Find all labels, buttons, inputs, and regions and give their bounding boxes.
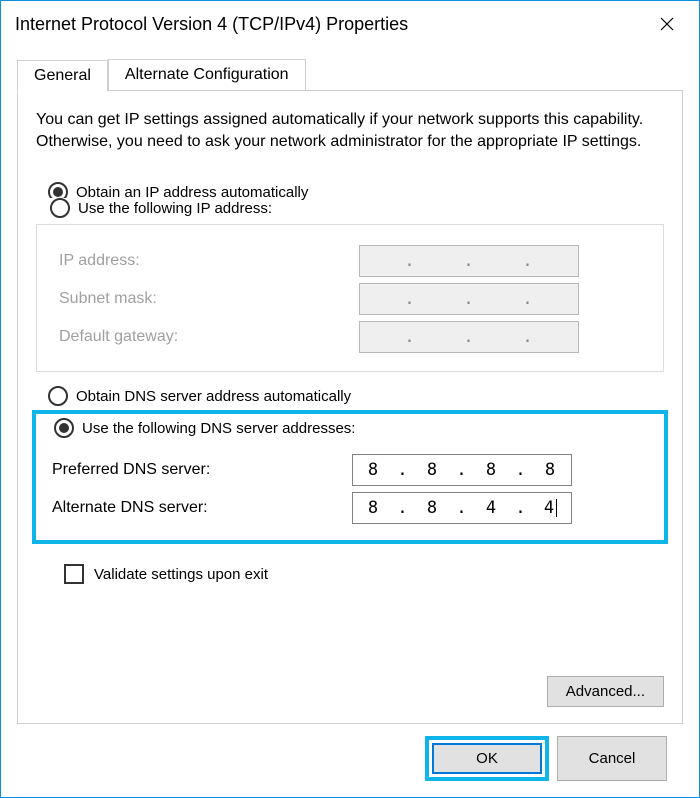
radio-dns-auto-label: Obtain DNS server address automatically xyxy=(76,388,351,405)
highlight-dns-section: Use the following DNS server addresses: … xyxy=(32,410,668,544)
row-gateway: Default gateway: ... xyxy=(51,321,649,353)
row-ip-address: IP address: ... xyxy=(51,245,649,277)
tab-alternate-configuration[interactable]: Alternate Configuration xyxy=(108,59,306,91)
ok-button[interactable]: OK xyxy=(432,743,542,774)
validate-checkbox[interactable] xyxy=(64,564,84,584)
preferred-dns-label: Preferred DNS server: xyxy=(52,461,352,479)
titlebar: Internet Protocol Version 4 (TCP/IPv4) P… xyxy=(1,1,699,47)
radio-ip-manual-label: Use the following IP address: xyxy=(78,200,272,217)
radio-row-ip-manual[interactable]: Use the following IP address: xyxy=(50,198,276,218)
close-icon xyxy=(660,17,674,31)
window-title: Internet Protocol Version 4 (TCP/IPv4) P… xyxy=(15,14,408,35)
radio-dns-auto[interactable] xyxy=(48,386,68,406)
gateway-input: ... xyxy=(359,321,579,353)
group-ip-manual: IP address: ... Subnet mask: ... Default… xyxy=(36,224,664,372)
ip-address-label: IP address: xyxy=(59,252,359,270)
footer-buttons: OK Cancel xyxy=(17,724,683,787)
row-preferred-dns: Preferred DNS server: 8. 8. 8. 8 xyxy=(44,454,656,486)
checkbox-row-validate[interactable]: Validate settings upon exit xyxy=(64,564,664,584)
preferred-dns-input[interactable]: 8. 8. 8. 8 xyxy=(352,454,572,486)
gateway-label: Default gateway: xyxy=(59,328,359,346)
advanced-button[interactable]: Advanced... xyxy=(547,676,664,707)
highlight-ok: OK xyxy=(425,736,549,781)
radio-row-dns-manual[interactable]: Use the following DNS server addresses: xyxy=(54,418,359,438)
dialog-window: Internet Protocol Version 4 (TCP/IPv4) P… xyxy=(0,0,700,798)
content-area: General Alternate Configuration You can … xyxy=(1,47,699,797)
ip-address-input: ... xyxy=(359,245,579,277)
radio-dns-manual[interactable] xyxy=(54,418,74,438)
row-subnet: Subnet mask: ... xyxy=(51,283,649,315)
validate-label: Validate settings upon exit xyxy=(94,566,268,583)
alternate-dns-input[interactable]: 8. 8. 4. 4 xyxy=(352,492,572,524)
cancel-button[interactable]: Cancel xyxy=(557,736,667,781)
subnet-input: ... xyxy=(359,283,579,315)
radio-row-dns-auto[interactable]: Obtain DNS server address automatically xyxy=(48,386,664,406)
description-text: You can get IP settings assigned automat… xyxy=(36,109,664,152)
tab-bar: General Alternate Configuration xyxy=(17,59,683,91)
close-button[interactable] xyxy=(639,4,695,44)
tab-panel-general: You can get IP settings assigned automat… xyxy=(17,90,683,724)
subnet-label: Subnet mask: xyxy=(59,290,359,308)
radio-ip-manual[interactable] xyxy=(50,198,70,218)
alternate-dns-label: Alternate DNS server: xyxy=(52,499,352,517)
tab-general[interactable]: General xyxy=(17,60,108,92)
row-alternate-dns: Alternate DNS server: 8. 8. 4. 4 xyxy=(44,492,656,524)
radio-dns-manual-label: Use the following DNS server addresses: xyxy=(82,420,355,437)
